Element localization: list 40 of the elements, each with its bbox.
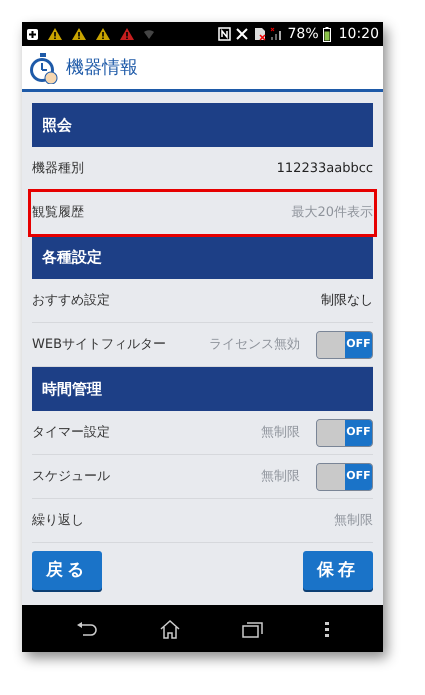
sim-icon bbox=[252, 27, 266, 41]
home-icon bbox=[159, 618, 182, 638]
recent-apps-icon bbox=[242, 620, 264, 638]
screen-title: 機器情報 bbox=[66, 56, 138, 80]
battery-icon bbox=[322, 26, 331, 42]
setting-value: 112233aabbcc bbox=[276, 160, 373, 178]
battery-percent: 78% bbox=[288, 24, 319, 44]
back-icon bbox=[76, 620, 98, 636]
setting-label: おすすめ設定 bbox=[32, 292, 110, 310]
section-header: 照会 bbox=[32, 103, 373, 147]
plus-icon bbox=[26, 28, 39, 40]
toggle-switch[interactable]: OFF bbox=[316, 462, 373, 490]
setting-value: 無制限 bbox=[261, 468, 300, 486]
signal-icon bbox=[270, 27, 284, 41]
mute-icon bbox=[234, 27, 249, 41]
warning-icon bbox=[71, 27, 87, 41]
setting-value: ライセンス無効 bbox=[209, 336, 300, 354]
setting-label: タイマー設定 bbox=[32, 424, 110, 442]
stopwatch-icon bbox=[28, 52, 58, 84]
setting-label: 観覧履歴 bbox=[32, 204, 84, 222]
setting-value: 制限なし bbox=[321, 292, 373, 310]
toggle-switch[interactable]: OFF bbox=[316, 418, 373, 446]
setting-value: 無制限 bbox=[261, 424, 300, 442]
setting-value: 無制限 bbox=[334, 512, 373, 530]
setting-label: スケジュール bbox=[32, 468, 110, 486]
setting-label: WEBサイトフィルター bbox=[32, 336, 166, 354]
warning-icon bbox=[47, 27, 63, 41]
toggle-switch[interactable]: OFF bbox=[316, 330, 373, 358]
section-header: 各種設定 bbox=[32, 235, 373, 279]
setting-label: 機器種別 bbox=[32, 160, 84, 178]
back-button[interactable]: 戻る bbox=[32, 551, 102, 590]
warning-icon bbox=[119, 27, 135, 41]
nfc-icon bbox=[218, 27, 231, 41]
warning-icon bbox=[95, 27, 111, 41]
setting-label: 繰り返し bbox=[32, 512, 84, 530]
clock-time: 10:20 bbox=[338, 24, 379, 44]
section-header: 時間管理 bbox=[32, 367, 373, 411]
setting-value: 最大20件表示 bbox=[291, 204, 373, 222]
save-button[interactable]: 保存 bbox=[303, 551, 373, 590]
menu-icon bbox=[324, 620, 329, 636]
